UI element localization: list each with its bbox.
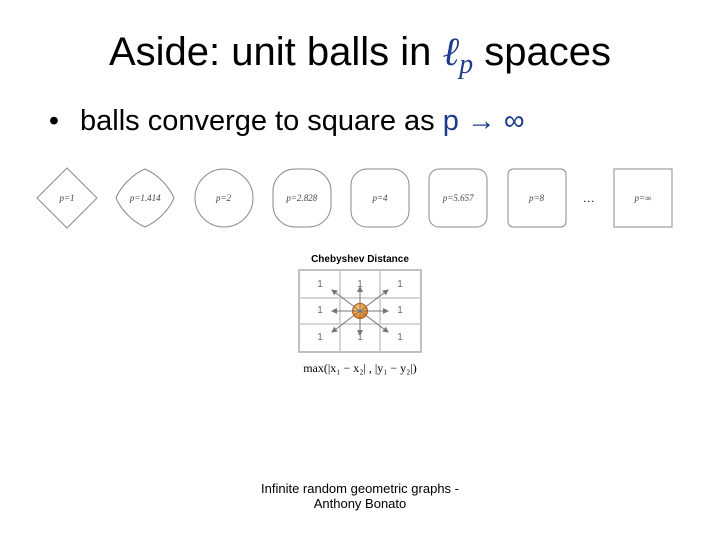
formula-x: |x₁ − x₂| xyxy=(328,361,366,375)
slide-title: Aside: unit balls in ℓp spaces xyxy=(40,28,680,75)
slide: Aside: unit balls in ℓp spaces • balls c… xyxy=(0,0,720,540)
ball-p2-828: p=2.828 xyxy=(270,166,334,230)
ball-label: p=∞ xyxy=(635,193,652,203)
footer-line1: Infinite random geometric graphs - xyxy=(0,481,720,497)
grid-cell: 1 xyxy=(300,324,340,351)
title-script-l: ℓ xyxy=(442,29,459,74)
slide-footer: Infinite random geometric graphs - Antho… xyxy=(0,481,720,512)
bullet-dot: • xyxy=(40,105,68,138)
ball-label: p=2.828 xyxy=(286,193,317,203)
ball-p2: p=2 xyxy=(192,166,256,230)
chebyshev-grid: 1 1 1 1 1 1 1 1 xyxy=(298,269,422,353)
title-suffix: spaces xyxy=(473,30,611,74)
center-dot-icon xyxy=(353,304,367,318)
chebyshev-block: Chebyshev Distance 1 1 1 1 1 1 1 1 xyxy=(270,254,450,376)
bullet-text: balls converge to square as p → ∞ xyxy=(80,105,525,138)
title-prefix: Aside: unit balls in xyxy=(109,30,443,74)
ball-label: p=5.657 xyxy=(443,193,474,203)
formula-suffix: ) xyxy=(413,361,417,375)
ellipsis-icon: … xyxy=(583,191,597,206)
ball-pinf: p=∞ xyxy=(611,166,675,230)
title-script-p: p xyxy=(459,49,473,80)
ball-p5-657: p=5.657 xyxy=(426,166,490,230)
ball-p1: p=1 xyxy=(35,166,99,230)
formula-prefix: max( xyxy=(303,361,328,375)
grid-cell: 1 xyxy=(380,271,420,298)
grid-cell: 1 xyxy=(300,271,340,298)
ball-label: p=2 xyxy=(216,193,231,203)
grid-cell: 1 xyxy=(380,324,420,351)
ball-p1-414: p=1.414 xyxy=(113,166,177,230)
formula-y: |y₁ − y₂| xyxy=(375,361,413,375)
ball-label: p=8 xyxy=(529,193,544,203)
footer-line2: Anthony Bonato xyxy=(0,496,720,512)
grid-cell-center xyxy=(340,298,380,325)
ball-label: p=1.414 xyxy=(130,193,161,203)
unit-balls-row: p=1 p=1.414 p=2 p=2.828 xyxy=(35,166,675,230)
ball-label: p=4 xyxy=(372,193,387,203)
bullet-main: balls converge to square as xyxy=(80,105,443,137)
grid-cell: 1 xyxy=(340,271,380,298)
ball-label: p=1 xyxy=(59,193,74,203)
grid-cell: 1 xyxy=(340,324,380,351)
ball-p8: p=8 xyxy=(505,166,569,230)
ball-p4: p=4 xyxy=(348,166,412,230)
chebyshev-title: Chebyshev Distance xyxy=(270,254,450,265)
grid-cell: 1 xyxy=(300,298,340,325)
grid-cell: 1 xyxy=(380,298,420,325)
chebyshev-formula: max(|x₁ − x₂| , |y₁ − y₂|) xyxy=(270,361,450,376)
bullet-limit: p → ∞ xyxy=(443,105,525,137)
bullet-line: • balls converge to square as p → ∞ xyxy=(40,105,680,138)
title-lp: ℓp xyxy=(442,29,473,74)
formula-sep: , xyxy=(366,361,375,375)
